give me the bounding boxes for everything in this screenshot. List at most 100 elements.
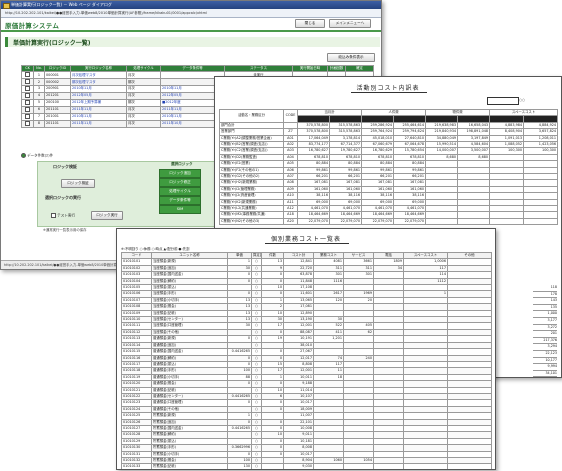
activity-name: C業務(Yr)N2(その他の3) <box>219 217 284 226</box>
right-column-value: 118 <box>533 285 557 292</box>
activity-value: 22,079,070 <box>297 217 330 226</box>
window-titlebar: 単価計算実行(ロジック一覧) － Web ページ ダイアログ <box>1 1 381 9</box>
activity-value: 22,079,070 <box>328 217 363 226</box>
main-menu-button[interactable]: メインメニューへ <box>329 19 371 28</box>
select-all-row[interactable]: データ件数(2)件 <box>21 153 53 159</box>
row-checkbox[interactable] <box>25 79 30 85</box>
legend: ※:不明割り ○:休務 ○:時点 ▲:配分前 ●:先割 <box>121 247 190 251</box>
unit-price: 0.4416265 <box>227 424 252 433</box>
row-checkbox[interactable] <box>25 72 30 78</box>
data-condition-button[interactable]: データ条件等 <box>159 196 201 205</box>
select-all-radio[interactable] <box>21 153 26 158</box>
row-cycle: 期次 <box>126 78 161 87</box>
logic-exec-label: 選択ロジックの実行 <box>45 195 81 200</box>
row-checkbox[interactable] <box>25 107 30 112</box>
sim-button[interactable]: SIM <box>159 205 201 214</box>
cost-other <box>447 463 492 469</box>
row-cycle: 月次 <box>126 71 161 80</box>
right-column-value: 178 <box>533 292 557 299</box>
activity-value <box>457 217 491 226</box>
report-row: C業務(Yr)N2(その他の3) A20 22,079,070 22,079,070 2… <box>219 217 559 226</box>
row-no: 5 <box>33 99 45 107</box>
cycle-button[interactable]: 処理サイクル <box>159 187 201 196</box>
filter-toggle-button[interactable]: 絞込み条件表示 <box>327 53 375 62</box>
unit-report-title-underline <box>265 243 349 244</box>
activity-value: 22,079,070 <box>393 217 427 226</box>
right-column-value: 22,123 <box>533 351 557 358</box>
unit-price: 0.4416265 <box>227 348 252 356</box>
report-body: 部門合計 370,578,800 315,578,863 259,286,924 255… <box>219 121 559 226</box>
edit-logic-button[interactable]: ロジック修正 <box>159 178 201 187</box>
unit-price: 130 <box>227 463 252 469</box>
row-name-link[interactable]: 期次処理マスタ <box>70 78 127 87</box>
unit-code: 01010133 <box>121 463 152 469</box>
cost-breakdown <box>313 463 344 469</box>
unit-cost-report: 個別業務コスト一覧表 ※:不明割り ○:休務 ○:時点 ▲:配分前 ●:先割 コ… <box>116 228 496 470</box>
row-no: 7 <box>33 112 45 121</box>
test-exec-option[interactable]: テスト実行 <box>51 213 75 219</box>
row-id: 201101 <box>44 105 71 114</box>
logic-exec-button[interactable]: ロジック実行 <box>91 211 123 220</box>
col-activity: 活動名・業務区分 <box>219 109 284 123</box>
unit-row: 01010133 貯蓄預金(記帳) 130 ○ 9,030 <box>121 463 492 469</box>
add-logic-button[interactable]: ロジック追加 <box>159 169 201 178</box>
col-calc-kbn: 算定区分 <box>251 251 262 260</box>
row-id: 000002 <box>44 78 71 87</box>
report-title-underline <box>351 92 427 93</box>
col-count: 計画回数 <box>327 64 346 73</box>
row-checkbox[interactable] <box>25 121 30 126</box>
cost-breakdown <box>373 463 404 469</box>
row-id: 200901 <box>44 85 71 94</box>
label-box <box>487 97 519 105</box>
logic-verify-label: ロジック検証 <box>53 164 77 169</box>
right-column-value: 9,994 <box>533 364 557 371</box>
page-heading: 単価計算実行(ロジック一覧) <box>13 40 91 47</box>
row-cycle: 月次 <box>126 92 161 101</box>
activity-value <box>489 217 525 226</box>
footnote: ※通常実行一覧表示用の保存 <box>43 228 87 232</box>
right-column-value: 143 <box>533 298 557 305</box>
row-cycle: 月次 <box>126 105 161 114</box>
right-column-value: 217,376 <box>533 338 557 345</box>
activity-code: A20 <box>283 217 298 226</box>
row-no: 6 <box>33 105 45 114</box>
row-name-link[interactable]: 2012年05月 <box>70 92 127 101</box>
row-cycle: 月次 <box>126 85 161 94</box>
row-cycle: 期次 <box>126 99 161 107</box>
label-box-text: ○○ <box>519 98 526 102</box>
row-id: 201201 <box>44 92 71 101</box>
row-id: 200100 <box>44 99 71 107</box>
activity-value: 22,079,070 <box>361 217 395 226</box>
row-name-link[interactable]: 2011年11月 <box>70 119 127 128</box>
row-no: 2 <box>33 78 45 87</box>
right-edge-column: 118 178 143 135 1,000 3,177 3,272 201 217,376 3,2… <box>533 285 557 378</box>
right-column-value: 1,000 <box>533 311 557 318</box>
row-id: 201101 <box>44 119 71 128</box>
cost-breakdown <box>403 463 448 469</box>
close-button[interactable]: 閉じる <box>295 19 325 28</box>
unit-count <box>261 463 284 469</box>
row-cycle: 月次 <box>126 112 161 121</box>
right-column-value: 10,177 <box>533 358 557 365</box>
logic-verify-button[interactable]: ロジック検証 <box>61 179 95 188</box>
test-exec-checkbox[interactable] <box>51 213 56 218</box>
row-checkbox[interactable] <box>25 100 30 106</box>
row-name-link[interactable]: 2010年11月 <box>70 112 127 121</box>
row-name-link[interactable]: 月次処理マスタ <box>70 71 127 80</box>
row-checkbox[interactable] <box>25 114 30 119</box>
row-checkbox[interactable] <box>25 86 30 92</box>
row-name-link[interactable]: 2011年11月 <box>70 105 127 114</box>
activity-value <box>425 217 459 226</box>
right-column-value: 4,411 <box>533 377 557 378</box>
address-bar: http://10.202.202.101/kaikei/●●経営手入力-単価w… <box>1 9 381 18</box>
unit-report-title: 個別業務コスト一覧表 <box>270 236 341 243</box>
row-name-link[interactable]: 2010年11月 <box>70 85 127 94</box>
right-column-value: 135 <box>533 305 557 312</box>
record-count: データ件数(2)件 <box>27 153 54 158</box>
unit-name: 貯蓄預金(記帳) <box>151 463 228 469</box>
right-column-value: 3,177 <box>533 318 557 325</box>
right-column-value: 3,272 <box>533 325 557 332</box>
row-checkbox[interactable] <box>25 93 30 99</box>
row-no: 4 <box>33 92 45 101</box>
row-name-link[interactable]: 2012年上期予算補 <box>70 99 127 107</box>
